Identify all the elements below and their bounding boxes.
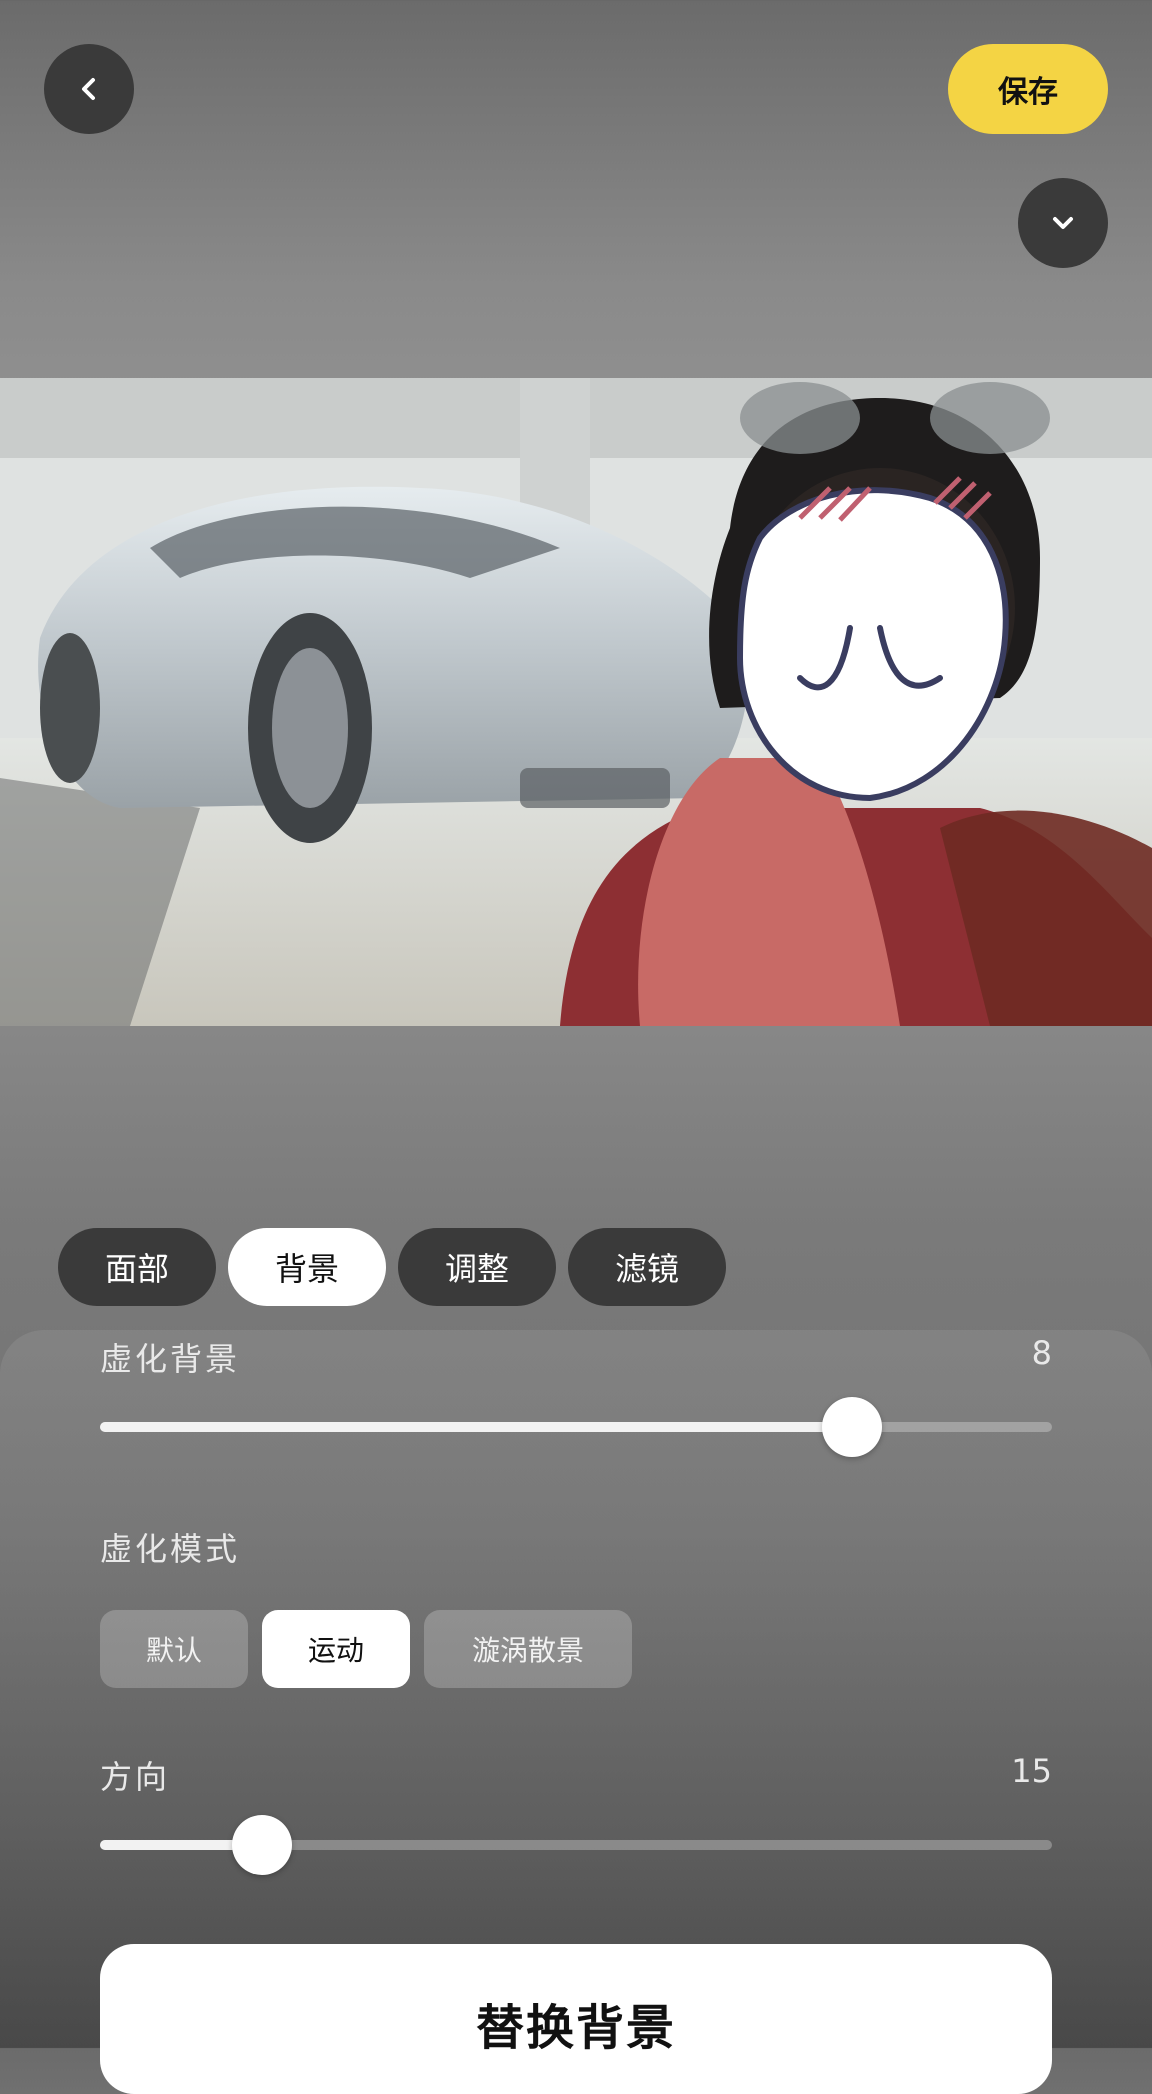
direction-slider-thumb[interactable] [232, 1815, 292, 1875]
collapse-button[interactable] [1018, 178, 1108, 268]
direction-slider[interactable] [100, 1815, 1052, 1875]
tab-adjust[interactable]: 调整 [398, 1228, 556, 1306]
save-button[interactable]: 保存 [948, 44, 1108, 134]
mode-label: 虚化模式 [100, 1530, 241, 1568]
editor-tabs: 面部 背景 调整 滤镜 [58, 1228, 726, 1306]
chevron-down-icon [1053, 217, 1073, 229]
blur-value: 8 [1031, 1334, 1052, 1372]
direction-value: 15 [1011, 1752, 1052, 1790]
replace-background-button[interactable]: 替换背景 [100, 1944, 1052, 2094]
blur-label: 虚化背景 [100, 1340, 241, 1378]
mode-swirl-bokeh[interactable]: 漩涡散景 [424, 1610, 632, 1688]
blur-slider-fill [100, 1422, 852, 1432]
tab-face[interactable]: 面部 [58, 1228, 216, 1306]
direction-label: 方向 [100, 1758, 171, 1796]
mode-motion[interactable]: 运动 [262, 1610, 410, 1688]
mode-default[interactable]: 默认 [100, 1610, 248, 1688]
blur-slider[interactable] [100, 1397, 1052, 1457]
tab-background[interactable]: 背景 [228, 1228, 386, 1306]
back-button[interactable] [44, 44, 134, 134]
photo-preview[interactable] [0, 378, 1152, 1026]
top-bar: 保存 [0, 0, 1152, 380]
tab-filter[interactable]: 滤镜 [568, 1228, 726, 1306]
chevron-left-icon [82, 78, 95, 100]
blur-slider-thumb[interactable] [822, 1397, 882, 1457]
mode-options: 默认 运动 漩涡散景 [100, 1610, 632, 1688]
settings-panel [0, 1330, 1152, 2048]
photo-image [0, 378, 1152, 1026]
